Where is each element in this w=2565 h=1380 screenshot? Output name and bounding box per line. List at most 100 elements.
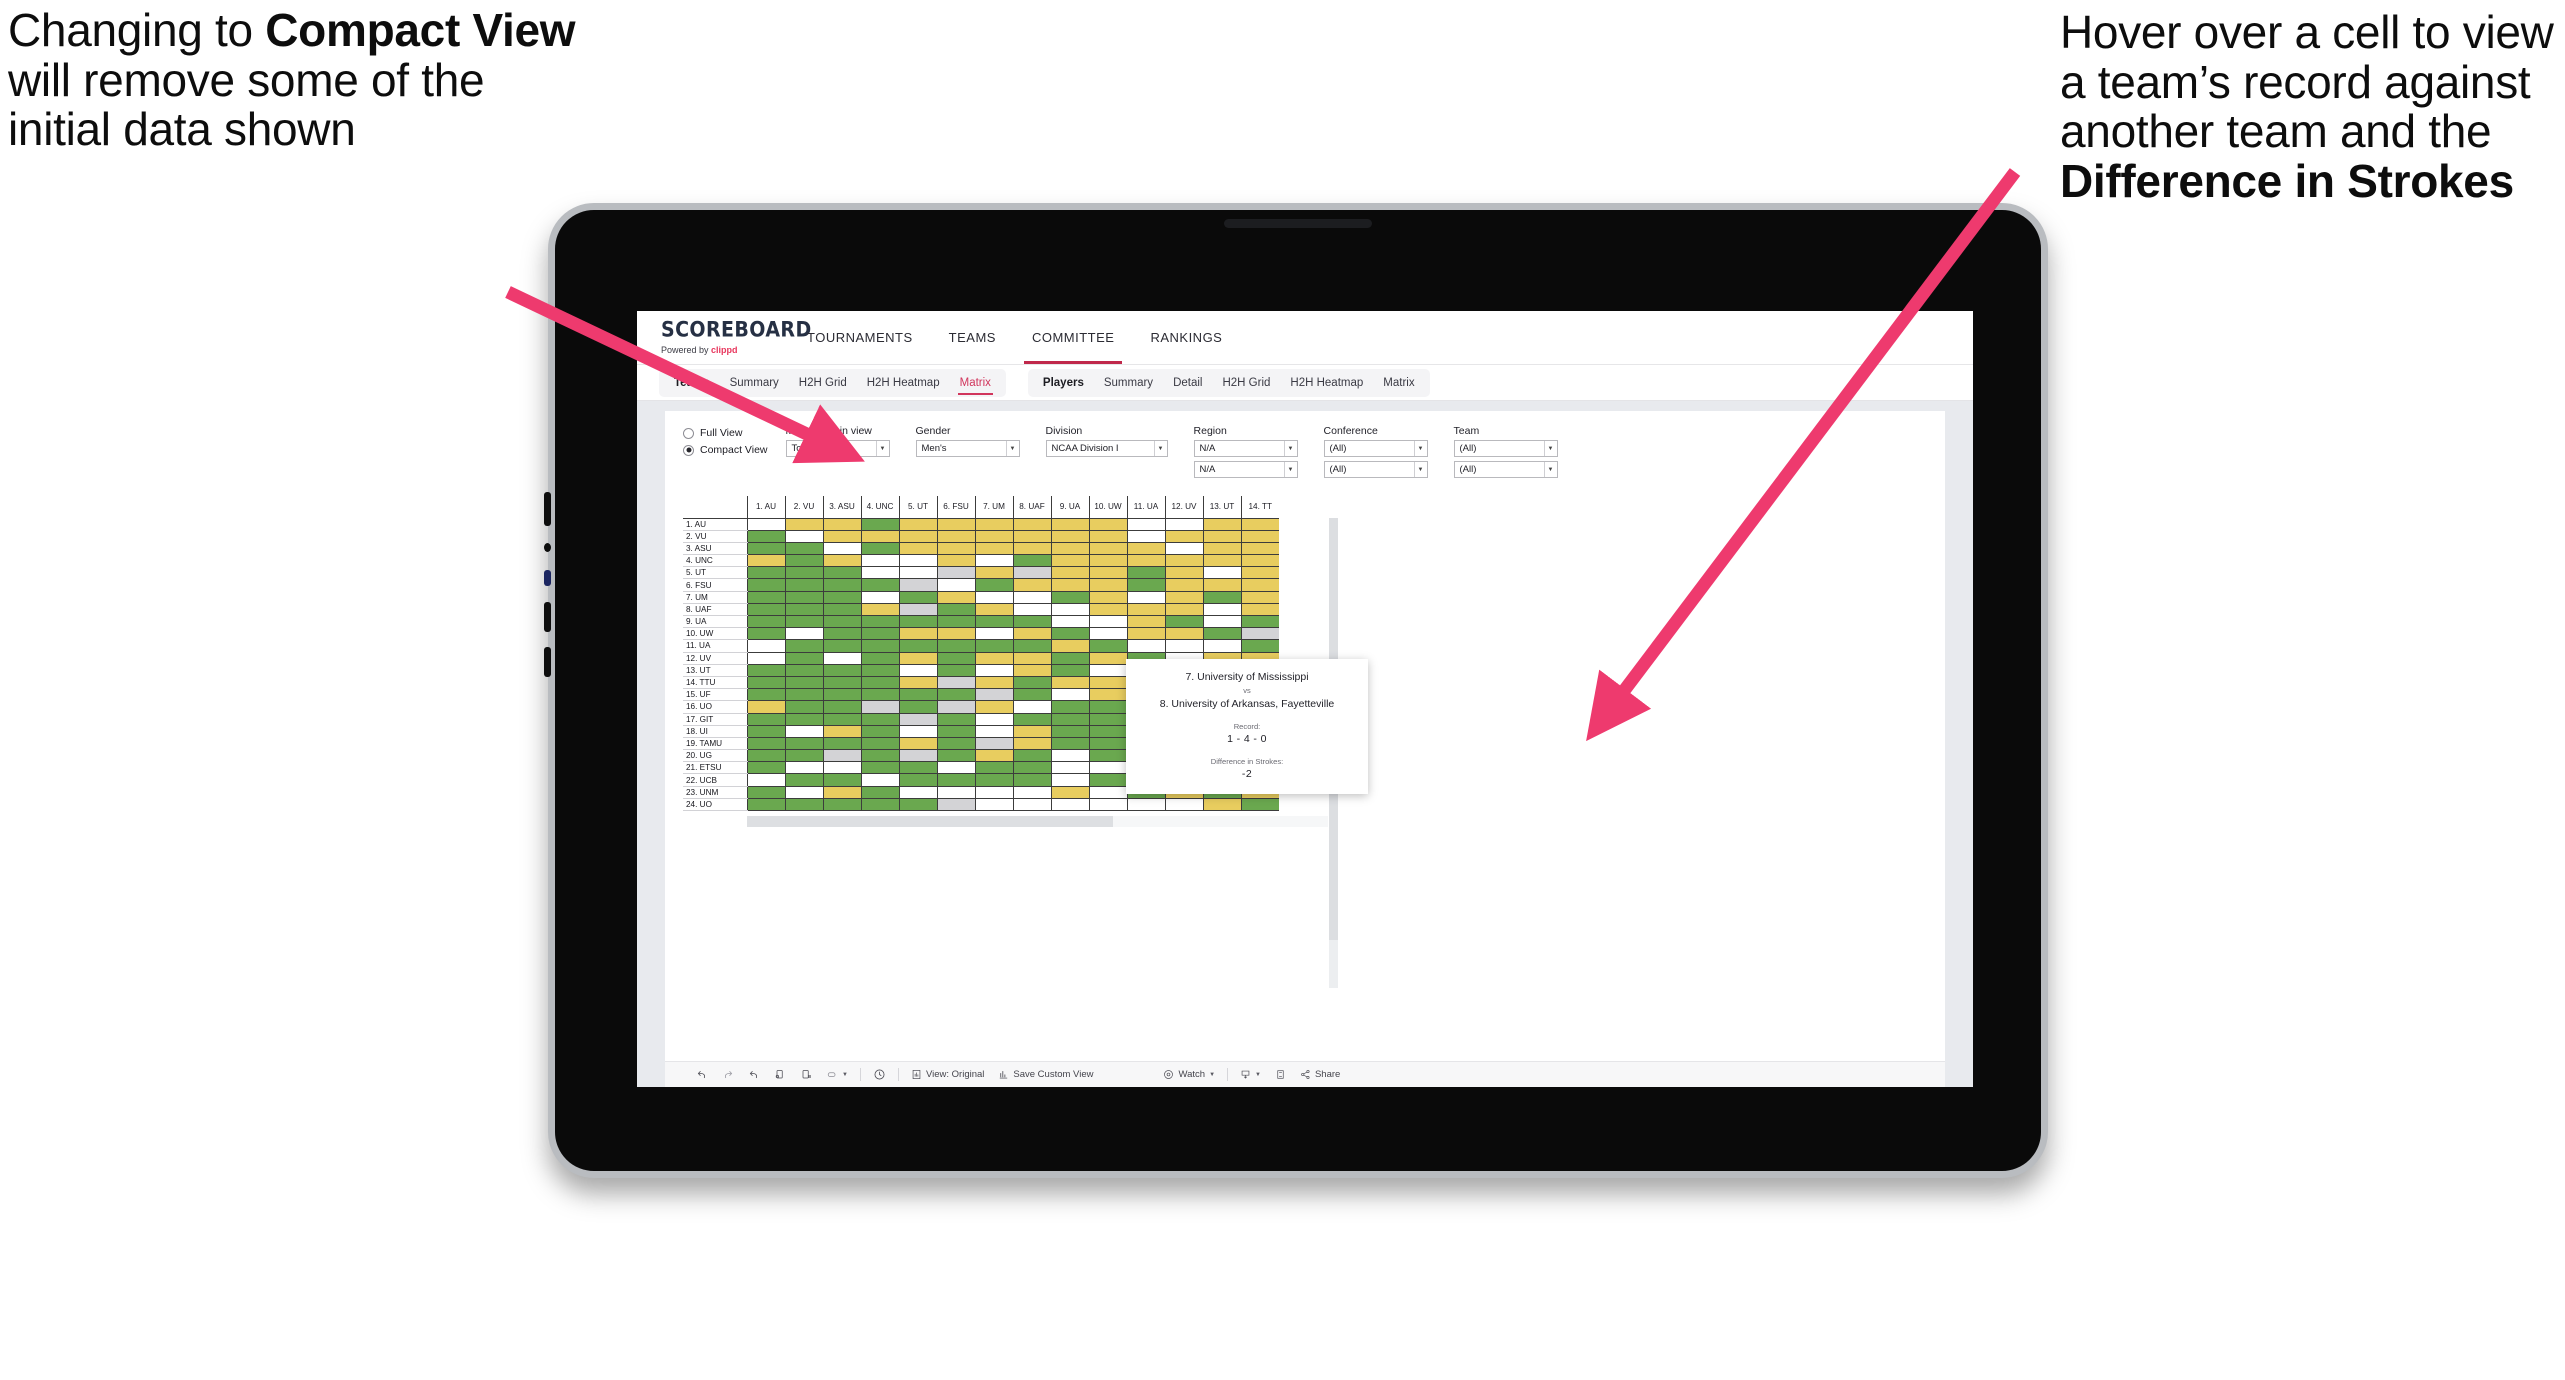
matrix-row-header[interactable]: 16. UO	[683, 700, 747, 714]
matrix-cell[interactable]	[1088, 798, 1127, 812]
nav-tab-tournaments[interactable]: TOURNAMENTS	[789, 311, 931, 364]
matrix-cell[interactable]	[1126, 798, 1165, 812]
matrix-cell[interactable]	[1164, 542, 1203, 556]
save-custom-view-button[interactable]: Save Custom View	[991, 1069, 1100, 1080]
matrix-cell[interactable]	[822, 639, 861, 653]
matrix-row-header[interactable]: 22. UCB	[683, 773, 747, 787]
matrix-column-header[interactable]: 3. ASU	[822, 496, 861, 519]
matrix-cell[interactable]	[860, 554, 899, 568]
matrix-cell[interactable]	[898, 664, 937, 677]
matrix-cell[interactable]	[898, 786, 937, 799]
matrix-cell[interactable]	[1050, 700, 1089, 714]
pause-button[interactable]	[793, 1069, 819, 1081]
matrix-cell[interactable]	[898, 530, 937, 543]
matrix-cell[interactable]	[1050, 615, 1089, 629]
matrix-cell[interactable]	[898, 518, 937, 531]
matrix-cell[interactable]	[1050, 749, 1089, 763]
matrix-cell[interactable]	[1202, 603, 1241, 617]
matrix-cell[interactable]	[784, 554, 823, 568]
matrix-column-header[interactable]: 8. UAF	[1012, 496, 1051, 519]
matrix-cell[interactable]	[936, 518, 975, 531]
matrix-cell[interactable]	[1012, 554, 1051, 568]
matrix-cell[interactable]	[1164, 627, 1203, 641]
matrix-cell[interactable]	[784, 749, 823, 763]
matrix-cell[interactable]	[1088, 773, 1127, 787]
matrix-cell[interactable]	[860, 627, 899, 641]
matrix-cell[interactable]	[746, 688, 785, 702]
matrix-column-header[interactable]: 12. UV	[1164, 496, 1203, 519]
matrix-cell[interactable]	[1088, 627, 1127, 641]
matrix-cell[interactable]	[1088, 530, 1127, 543]
matrix-cell[interactable]	[746, 749, 785, 763]
matrix-cell[interactable]	[1202, 542, 1241, 556]
matrix-cell[interactable]	[1012, 725, 1051, 738]
matrix-row-header[interactable]: 12. UV	[683, 652, 747, 665]
matrix-cell[interactable]	[746, 798, 785, 812]
matrix-cell[interactable]	[822, 518, 861, 531]
matrix-cell[interactable]	[898, 615, 937, 629]
matrix-cell[interactable]	[1240, 554, 1279, 568]
matrix-cell[interactable]	[1012, 578, 1051, 592]
matrix-cell[interactable]	[860, 664, 899, 677]
matrix-cell[interactable]	[898, 798, 937, 812]
matrix-cell[interactable]	[1126, 639, 1165, 653]
matrix-cell[interactable]	[974, 627, 1013, 641]
matrix-cell[interactable]	[1012, 652, 1051, 665]
matrix-cell[interactable]	[1012, 713, 1051, 726]
matrix-cell[interactable]	[974, 749, 1013, 763]
matrix-cell[interactable]	[1012, 688, 1051, 702]
matrix-cell[interactable]	[860, 518, 899, 531]
matrix-row-header[interactable]: 2. VU	[683, 530, 747, 543]
matrix-cell[interactable]	[1088, 652, 1127, 665]
matrix-cell[interactable]	[860, 639, 899, 653]
view-original-button[interactable]: View: Original	[904, 1069, 991, 1080]
matrix-cell[interactable]	[1240, 542, 1279, 556]
matrix-cell[interactable]	[936, 652, 975, 665]
matrix-cell[interactable]	[784, 603, 823, 617]
matrix-column-header[interactable]: 10. UW	[1088, 496, 1127, 519]
matrix-cell[interactable]	[1240, 530, 1279, 543]
matrix-cell[interactable]	[746, 566, 785, 580]
matrix-cell[interactable]	[1088, 591, 1127, 604]
matrix-cell[interactable]	[974, 676, 1013, 690]
matrix-cell[interactable]	[860, 603, 899, 617]
filter-team-select-2[interactable]: (All) ▼	[1453, 461, 1558, 478]
matrix-column-header[interactable]: 14. TT	[1240, 496, 1279, 519]
matrix-cell[interactable]	[1202, 615, 1241, 629]
matrix-cell[interactable]	[974, 688, 1013, 702]
matrix-cell[interactable]	[746, 761, 785, 775]
redo-button[interactable]	[715, 1069, 741, 1081]
app-logo[interactable]: SCOREBOARD Powered by clippd	[637, 311, 811, 364]
matrix-cell[interactable]	[1164, 639, 1203, 653]
matrix-cell[interactable]	[1088, 761, 1127, 775]
matrix-cell[interactable]	[974, 566, 1013, 580]
matrix-cell[interactable]	[898, 725, 937, 738]
matrix-cell[interactable]	[1050, 761, 1089, 775]
matrix-cell[interactable]	[822, 773, 861, 787]
matrix-cell[interactable]	[936, 761, 975, 775]
matrix-cell[interactable]	[860, 591, 899, 604]
matrix-cell[interactable]	[936, 554, 975, 568]
matrix-cell[interactable]	[936, 700, 975, 714]
matrix-cell[interactable]	[784, 664, 823, 677]
matrix-cell[interactable]	[822, 676, 861, 690]
matrix-row-header[interactable]: 7. UM	[683, 591, 747, 604]
matrix-cell[interactable]	[1126, 554, 1165, 568]
matrix-cell[interactable]	[898, 713, 937, 726]
matrix-cell[interactable]	[974, 761, 1013, 775]
matrix-cell[interactable]	[1012, 700, 1051, 714]
matrix-cell[interactable]	[746, 725, 785, 738]
matrix-cell[interactable]	[1202, 518, 1241, 531]
matrix-cell[interactable]	[860, 688, 899, 702]
matrix-cell[interactable]	[822, 530, 861, 543]
matrix-cell[interactable]	[822, 627, 861, 641]
subnav-teams-h2h-grid[interactable]: H2H Grid	[789, 369, 857, 397]
matrix-row-header[interactable]: 19. TAMU	[683, 737, 747, 751]
filter-team-select-1[interactable]: (All) ▼	[1453, 440, 1558, 457]
matrix-cell[interactable]	[898, 578, 937, 592]
matrix-horizontal-scrollbar-thumb[interactable]	[747, 816, 1114, 827]
matrix-cell[interactable]	[1126, 566, 1165, 580]
matrix-cell[interactable]	[860, 786, 899, 799]
matrix-cell[interactable]	[746, 664, 785, 677]
subnav-players-matrix[interactable]: Matrix	[1373, 369, 1424, 397]
